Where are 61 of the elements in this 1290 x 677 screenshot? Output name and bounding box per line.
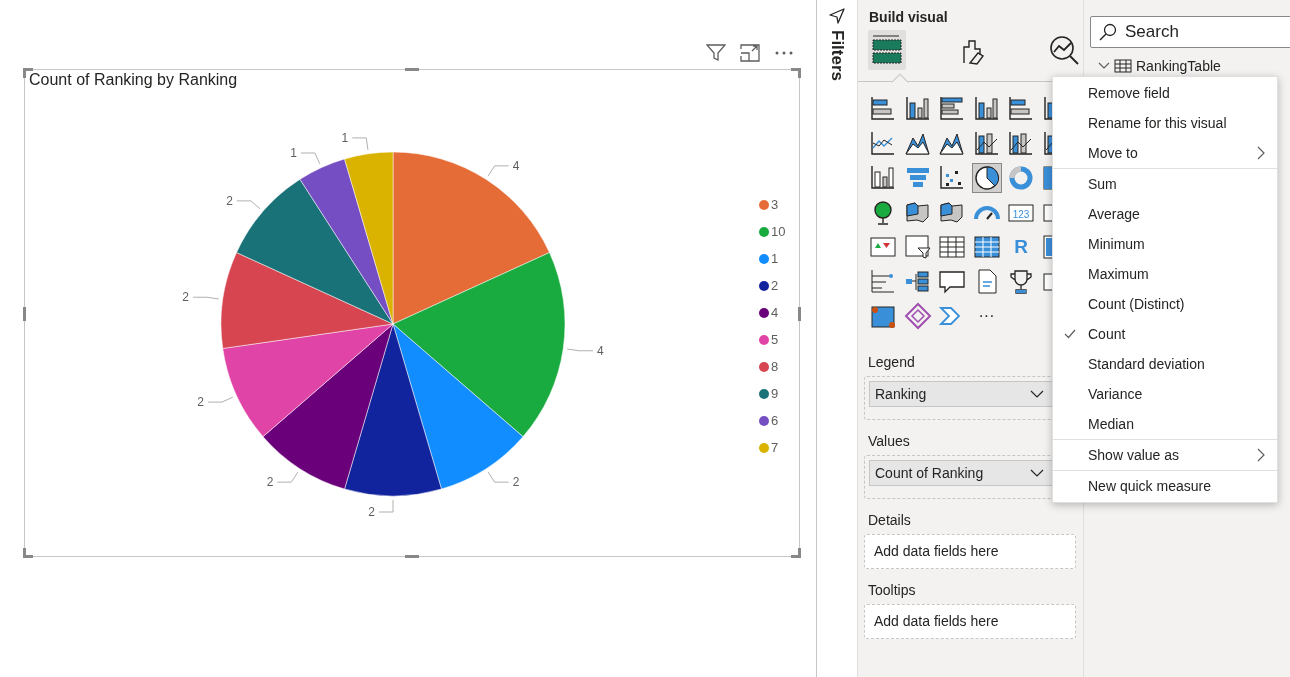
legend-label[interactable]: 8	[771, 356, 779, 377]
menu-item-label: Maximum	[1088, 264, 1149, 284]
data-label: 4	[597, 343, 604, 358]
menu-item[interactable]: Maximum	[1053, 259, 1277, 289]
menu-item[interactable]: Count (Distinct)	[1053, 289, 1277, 319]
menu-item-label: Standard deviation	[1088, 354, 1205, 374]
legend-label[interactable]: 3	[771, 194, 779, 215]
legend-label[interactable]: 2	[771, 275, 779, 296]
menu-item-label: Count (Distinct)	[1088, 294, 1185, 314]
more-visuals-button[interactable]: ···	[971, 301, 1002, 331]
pane-title: Build visual	[868, 8, 949, 26]
table-name[interactable]: RankingTable	[1136, 59, 1221, 73]
data-label: 1	[341, 130, 349, 145]
legend-label[interactable]: 6	[771, 410, 779, 431]
data-label: 2	[266, 475, 274, 490]
well-label: Legend	[867, 353, 916, 372]
data-label: 1	[290, 146, 297, 160]
menu-item[interactable]: Remove field	[1053, 78, 1277, 108]
legend-label[interactable]: 10	[771, 221, 786, 242]
legend-label[interactable]: 5	[771, 329, 779, 350]
menu-item-label: New quick measure	[1088, 476, 1211, 496]
well-label: Details	[867, 511, 912, 530]
legend-label[interactable]: 1	[771, 248, 779, 269]
menu-item[interactable]: Show value as	[1053, 440, 1277, 470]
data-label: 2	[197, 395, 204, 410]
field-well[interactable]: Add data fields here	[864, 604, 1076, 639]
search-field[interactable]: Search	[1090, 16, 1290, 48]
menu-item[interactable]: Standard deviation	[1053, 349, 1277, 379]
data-label: 2	[368, 505, 375, 519]
menu-item-label: Variance	[1088, 384, 1143, 404]
chart-title: Count of Ranking by Ranking	[29, 70, 238, 90]
menu-item[interactable]: Move to	[1053, 138, 1277, 168]
field-name: Ranking	[875, 384, 927, 404]
menu-item[interactable]: Rename for this visual	[1053, 108, 1277, 138]
legend-label[interactable]: 7	[771, 437, 779, 458]
field-well[interactable]: Add data fields here	[864, 534, 1076, 569]
visual-type-button[interactable]: 123	[1006, 197, 1036, 228]
menu-item-label: Minimum	[1088, 234, 1145, 254]
data-label: 2	[512, 475, 520, 490]
menu-item[interactable]: Sum	[1053, 169, 1277, 199]
menu-item-label: Sum	[1088, 174, 1117, 194]
card-value: 123	[1012, 208, 1030, 220]
legend-label[interactable]: 9	[771, 383, 779, 404]
data-label: 2	[182, 290, 189, 305]
menu-item[interactable]: Minimum	[1053, 229, 1277, 259]
menu-item[interactable]: Average	[1053, 199, 1277, 229]
menu-item-label: Rename for this visual	[1088, 113, 1227, 133]
data-label: 2	[226, 193, 233, 208]
menu-item-label: Show value as	[1088, 445, 1180, 465]
menu-item-label: Move to	[1088, 143, 1138, 163]
menu-item-label: Median	[1088, 414, 1134, 434]
menu-item-label: Count	[1088, 324, 1126, 344]
well-label: Tooltips	[867, 581, 917, 600]
field-name: Count of Ranking	[875, 463, 984, 483]
legend-label[interactable]: 4	[771, 302, 779, 323]
menu-item-label: Remove field	[1088, 83, 1170, 103]
well-label: Values	[867, 432, 911, 451]
data-label: 4	[512, 158, 520, 173]
filters-pane-title[interactable]: Filters	[827, 30, 847, 82]
menu-item[interactable]: Count	[1053, 319, 1277, 349]
menu-item-label: Average	[1088, 204, 1140, 224]
